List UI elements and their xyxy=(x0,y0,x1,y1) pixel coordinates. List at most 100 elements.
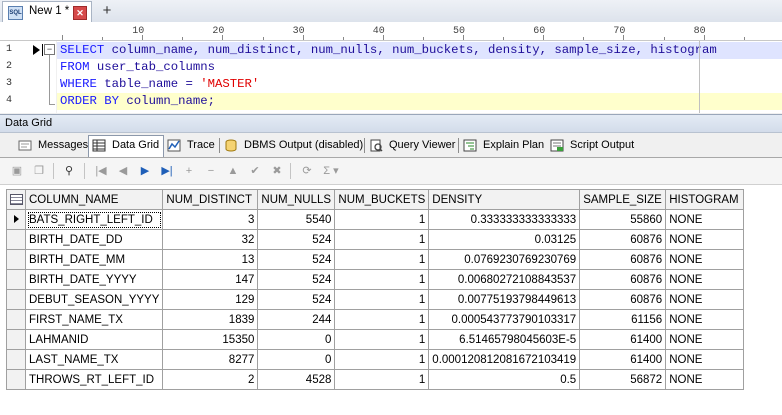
code-line[interactable]: WHERE table_name = 'MASTER' xyxy=(57,76,782,93)
edit-record-icon[interactable]: ▲ xyxy=(224,162,242,180)
column-header[interactable]: HISTOGRAM xyxy=(665,189,745,210)
column-header[interactable]: COLUMN_NAME xyxy=(24,189,164,210)
grid-cell[interactable]: 55860 xyxy=(579,209,667,230)
binoculars-icon[interactable]: ⚲ xyxy=(60,162,78,180)
grid-cell[interactable]: 1 xyxy=(334,309,430,330)
grid-cell[interactable]: 0.000543773790103317 xyxy=(428,309,581,330)
grid-cell[interactable]: 1 xyxy=(334,229,430,250)
previous-record-icon[interactable]: ◀ xyxy=(114,162,132,180)
grid-cell[interactable]: 1 xyxy=(334,329,430,350)
grid-cell[interactable]: 8277 xyxy=(162,349,259,370)
close-tab-icon[interactable]: ✕ xyxy=(73,6,87,20)
grid-cell[interactable]: 5540 xyxy=(257,209,336,230)
grid-cell[interactable]: 147 xyxy=(162,269,259,290)
copy-icon[interactable]: ❐ xyxy=(30,162,48,180)
grid-cell[interactable]: 0 xyxy=(257,329,336,350)
first-record-icon[interactable]: |◀ xyxy=(92,162,110,180)
grid-cell[interactable]: 15350 xyxy=(162,329,259,350)
grid-cell[interactable]: 60876 xyxy=(579,289,667,310)
grid-cell[interactable]: NONE xyxy=(665,229,745,250)
grid-cell[interactable]: NONE xyxy=(665,249,745,270)
table-row[interactable]: BIRTH_DATE_YYYY 147 524 1 0.0068027210884353… xyxy=(6,269,745,290)
tab-explain-plan[interactable]: Explain Plan xyxy=(463,136,545,155)
grid-cell[interactable]: 0.000120812081672103419 xyxy=(428,349,581,370)
collapse-block-icon[interactable]: − xyxy=(44,44,55,55)
grid-cell[interactable]: 0.0769230769230769 xyxy=(428,249,581,270)
table-row[interactable]: FIRST_NAME_TX 1839 244 1 0.00054377379010331… xyxy=(6,309,745,330)
grid-cell[interactable]: 6.51465798045603E-5 xyxy=(428,329,581,350)
grid-cell[interactable]: THROWS_RT_LEFT_ID xyxy=(24,369,164,390)
row-indicator[interactable] xyxy=(6,209,26,230)
grid-cell[interactable]: BIRTH_DATE_YYYY xyxy=(24,269,164,290)
row-indicator[interactable] xyxy=(6,309,26,330)
grid-cell[interactable]: NONE xyxy=(665,269,745,290)
grid-cell[interactable]: BIRTH_DATE_DD xyxy=(24,229,164,250)
grid-cell[interactable]: 129 xyxy=(162,289,259,310)
code-line[interactable]: SELECT column_name, num_distinct, num_nu… xyxy=(57,42,782,59)
row-indicator[interactable] xyxy=(6,369,26,390)
grid-cell[interactable]: 13 xyxy=(162,249,259,270)
grid-cell[interactable]: 244 xyxy=(257,309,336,330)
grid-cell[interactable]: LAST_NAME_TX xyxy=(24,349,164,370)
table-row[interactable]: LAHMANID 15350 0 1 6.51465798045603E-5 61400 N… xyxy=(6,329,745,350)
grid-cell[interactable]: 4528 xyxy=(257,369,336,390)
grid-cell[interactable]: 0.00775193798449613 xyxy=(428,289,581,310)
grid-cell[interactable]: NONE xyxy=(665,369,745,390)
column-header[interactable]: NUM_DISTINCT xyxy=(162,189,259,210)
code-line[interactable]: FROM user_tab_columns xyxy=(57,59,782,76)
tab-trace[interactable]: Trace xyxy=(167,136,217,155)
grid-cell[interactable]: 60876 xyxy=(579,269,667,290)
tab-data-grid[interactable]: Data Grid xyxy=(88,135,164,157)
last-record-icon[interactable]: ▶| xyxy=(158,162,176,180)
grid-corner-cell[interactable] xyxy=(6,189,26,210)
grid-cell[interactable]: 32 xyxy=(162,229,259,250)
refresh-icon[interactable]: ⟳ xyxy=(298,162,316,180)
row-indicator[interactable] xyxy=(6,329,26,350)
table-row[interactable]: BIRTH_DATE_MM 13 524 1 0.0769230769230769 608… xyxy=(6,249,745,270)
grid-cell[interactable]: 524 xyxy=(257,289,336,310)
save-icon[interactable]: ▣ xyxy=(8,162,26,180)
new-tab-button[interactable]: + xyxy=(96,2,118,20)
row-indicator[interactable] xyxy=(6,289,26,310)
grid-cell[interactable]: 3 xyxy=(162,209,259,230)
grid-cell[interactable]: 61400 xyxy=(579,329,667,350)
document-tab[interactable]: SQL New 1 * ✕ xyxy=(2,1,92,22)
grid-cell[interactable]: 1 xyxy=(334,209,430,230)
grid-cell[interactable]: BIRTH_DATE_MM xyxy=(24,249,164,270)
table-row[interactable]: DEBUT_SEASON_YYYY 129 524 1 0.00775193798449… xyxy=(6,289,745,310)
grid-cell[interactable]: NONE xyxy=(665,209,745,230)
row-indicator[interactable] xyxy=(6,269,26,290)
grid-cell[interactable]: 1 xyxy=(334,349,430,370)
column-header[interactable]: DENSITY xyxy=(428,189,581,210)
grid-cell[interactable]: 0.5 xyxy=(428,369,581,390)
grid-cell[interactable]: 1839 xyxy=(162,309,259,330)
column-header[interactable]: SAMPLE_SIZE xyxy=(579,189,667,210)
code-line[interactable]: ORDER BY column_name; xyxy=(57,93,782,110)
row-indicator[interactable] xyxy=(6,349,26,370)
cancel-edit-icon[interactable]: ✖ xyxy=(268,162,286,180)
column-header[interactable]: NUM_BUCKETS xyxy=(334,189,430,210)
grid-cell[interactable]: 61400 xyxy=(579,349,667,370)
sum-icon[interactable]: Σ ▾ xyxy=(318,162,344,180)
grid-cell[interactable]: 0.00680272108843537 xyxy=(428,269,581,290)
column-header[interactable]: NUM_NULLS xyxy=(257,189,336,210)
grid-cell[interactable]: 524 xyxy=(257,269,336,290)
table-row[interactable]: BIRTH_DATE_DD 32 524 1 0.03125 60876 NONE xyxy=(6,229,745,250)
grid-cell[interactable]: 0 xyxy=(257,349,336,370)
grid-cell[interactable]: 56872 xyxy=(579,369,667,390)
grid-cell[interactable]: 61156 xyxy=(579,309,667,330)
grid-cell[interactable]: 524 xyxy=(257,229,336,250)
next-record-icon[interactable]: ▶ xyxy=(136,162,154,180)
sql-editor[interactable]: SELECT column_name, num_distinct, num_nu… xyxy=(57,41,782,113)
grid-cell[interactable]: 0.03125 xyxy=(428,229,581,250)
grid-cell[interactable]: 1 xyxy=(334,269,430,290)
grid-cell[interactable]: 60876 xyxy=(579,229,667,250)
grid-cell[interactable]: NONE xyxy=(665,329,745,350)
grid-cell[interactable]: 1 xyxy=(334,289,430,310)
grid-cell[interactable]: BATS_RIGHT_LEFT_ID xyxy=(24,209,164,230)
post-edit-icon[interactable]: ✔ xyxy=(246,162,264,180)
tab-script-output[interactable]: Script Output xyxy=(550,136,640,155)
row-indicator[interactable] xyxy=(6,229,26,250)
grid-cell[interactable]: 2 xyxy=(162,369,259,390)
table-row[interactable]: THROWS_RT_LEFT_ID 2 4528 1 0.5 56872 NONE xyxy=(6,369,745,390)
